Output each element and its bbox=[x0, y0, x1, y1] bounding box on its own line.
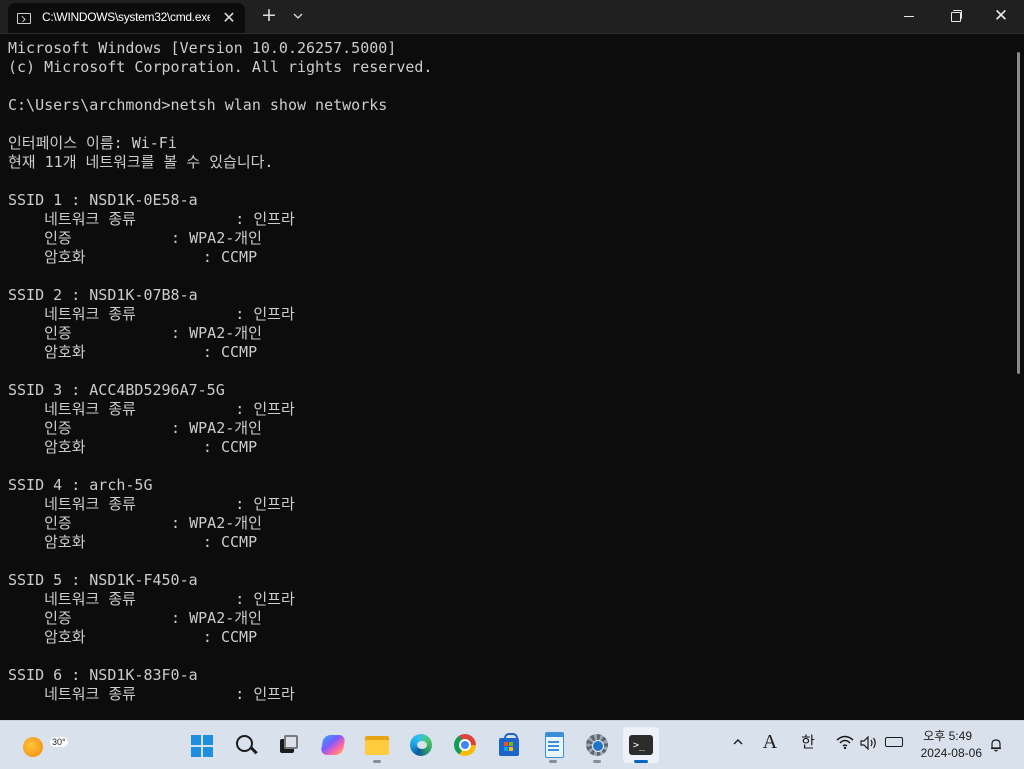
active-indicator bbox=[634, 760, 648, 763]
show-hidden-icons-button[interactable] bbox=[730, 734, 746, 750]
cmd-icon bbox=[17, 13, 31, 24]
scrollbar-thumb[interactable] bbox=[1017, 52, 1020, 374]
console-output-area[interactable]: Microsoft Windows [Version 10.0.26257.50… bbox=[0, 34, 1016, 720]
task-view-button[interactable] bbox=[271, 727, 307, 763]
copilot-icon bbox=[320, 735, 346, 755]
copilot-button[interactable] bbox=[315, 727, 351, 763]
settings-button[interactable] bbox=[579, 727, 615, 763]
wifi-icon[interactable] bbox=[836, 735, 854, 750]
close-window-button[interactable]: ✕ bbox=[978, 0, 1024, 33]
clock-time[interactable]: 오후 5:49 bbox=[912, 727, 972, 744]
clock-date[interactable]: 2024-08-06 bbox=[912, 746, 982, 760]
running-indicator bbox=[593, 760, 601, 763]
weather-widget[interactable]: 30° bbox=[20, 731, 68, 759]
tab-cmd[interactable]: C:\WINDOWS\system32\cmd.exe ✕ bbox=[8, 3, 245, 33]
notification-bell-icon[interactable] bbox=[989, 738, 1003, 752]
taskbar: 30° >_ A 한 오후 5:49 2024-08-06 bbox=[0, 720, 1024, 769]
language-indicator[interactable]: 한 bbox=[797, 731, 819, 753]
running-indicator bbox=[549, 760, 557, 763]
chevron-up-icon bbox=[733, 739, 743, 745]
input-mode-indicator[interactable]: A bbox=[760, 730, 780, 754]
terminal-button[interactable]: >_ bbox=[623, 727, 659, 763]
new-tab-button[interactable]: + bbox=[258, 5, 280, 27]
battery-icon[interactable] bbox=[885, 737, 903, 747]
tab-title: C:\WINDOWS\system32\cmd.exe bbox=[42, 10, 210, 24]
microsoft-store-button[interactable] bbox=[491, 727, 527, 763]
start-button[interactable] bbox=[183, 727, 219, 763]
minimize-icon bbox=[904, 16, 914, 17]
title-bar: C:\WINDOWS\system32\cmd.exe ✕ + ✕ bbox=[0, 0, 1024, 34]
restore-icon bbox=[951, 12, 961, 22]
maximize-button[interactable] bbox=[932, 0, 978, 33]
running-indicator bbox=[373, 760, 381, 763]
search-button[interactable] bbox=[227, 727, 263, 763]
sun-icon bbox=[23, 737, 43, 757]
chevron-down-icon bbox=[293, 13, 303, 19]
volume-icon[interactable] bbox=[860, 735, 878, 751]
tab-dropdown-button[interactable] bbox=[288, 6, 308, 26]
minimize-button[interactable] bbox=[886, 0, 932, 33]
tab-close-button[interactable]: ✕ bbox=[219, 8, 239, 28]
weather-temperature: 30° bbox=[50, 737, 68, 747]
console-text: Microsoft Windows [Version 10.0.26257.50… bbox=[8, 39, 433, 703]
edge-button[interactable] bbox=[403, 727, 439, 763]
file-explorer-button[interactable] bbox=[359, 727, 395, 763]
notepad-button[interactable] bbox=[535, 727, 571, 763]
windows-logo-icon bbox=[191, 735, 213, 757]
chrome-button[interactable] bbox=[447, 727, 483, 763]
